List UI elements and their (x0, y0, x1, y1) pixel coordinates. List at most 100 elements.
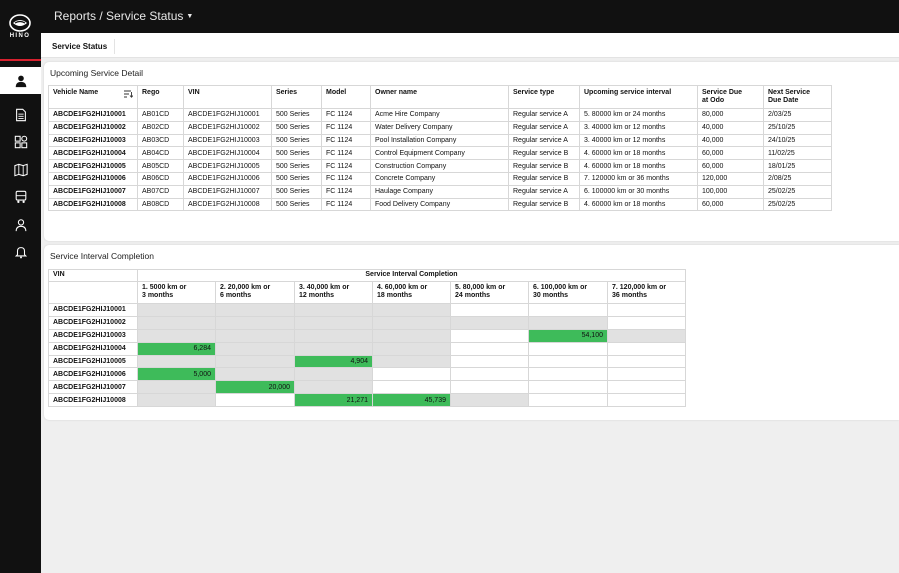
table-cell: 60,000 (697, 197, 764, 212)
interval-cell (607, 341, 686, 356)
interval-cell (607, 303, 686, 317)
sidebar-item-map[interactable] (0, 156, 41, 183)
table-cell: 3. 40000 km or 12 months (579, 120, 698, 135)
interval-cell (294, 303, 373, 317)
column-header: Service Due at Odo (697, 85, 764, 109)
interval-cell (137, 393, 216, 408)
table-cell: 500 Series (271, 146, 322, 161)
table-row[interactable]: ABCDE1FG2HIJ10004 AB04CD ABCDE1FG2HIJ10004… (48, 146, 832, 161)
table-cell: 500 Series (271, 108, 322, 122)
interval-cell (294, 341, 373, 356)
table-cell: Construction Company (370, 159, 509, 173)
interval-column-header: 2. 20,000 km or 6 months (215, 281, 295, 304)
sidebar-item-drivers[interactable] (0, 211, 41, 238)
table-cell: 5. 80000 km or 24 months (579, 108, 698, 122)
table-row[interactable]: ABCDE1FG2HIJ10005 AB05CD ABCDE1FG2HIJ10005… (48, 159, 832, 173)
completion-value-cell: 5,000 (137, 367, 216, 382)
table-cell: 7. 120000 km or 36 months (579, 171, 698, 186)
table-cell: FC 1124 (321, 133, 371, 148)
interval-cell (450, 341, 529, 356)
table-row[interactable]: ABCDE1FG2HIJ10007 AB07CD ABCDE1FG2HIJ10007… (48, 184, 832, 199)
table-cell: 40,000 (697, 120, 764, 135)
interval-column-header: 6. 100,000 km or 30 months (528, 281, 608, 304)
table-cell: 6. 100000 km or 30 months (579, 184, 698, 199)
vin-cell: ABCDE1FG2HIJ10008 (48, 393, 138, 408)
interval-cell (607, 328, 686, 343)
table-cell: 4. 60000 km or 18 months (579, 146, 698, 161)
interval-cell (294, 367, 373, 382)
sidebar-item-vehicles[interactable] (0, 183, 41, 210)
table-cell: Regular service B (508, 197, 580, 212)
sidebar-item-reports[interactable] (0, 101, 41, 128)
interval-cell (607, 393, 686, 408)
completion-value-cell: 4,904 (294, 354, 373, 369)
sidebar-item-dashboard[interactable] (0, 128, 41, 155)
completion-value-cell: 45,739 (372, 393, 451, 408)
sidebar-item-notifications[interactable] (0, 238, 41, 265)
table-cell: Control Equipment Company (370, 146, 509, 161)
table-cell: 60,000 (697, 159, 764, 173)
table-row[interactable]: ABCDE1FG2HIJ10002 AB02CD ABCDE1FG2HIJ10002… (48, 120, 832, 135)
interval-cell (137, 303, 216, 317)
interval-row: ABCDE1FG2HIJ10007 20,000 (48, 380, 686, 395)
table-row[interactable]: ABCDE1FG2HIJ10001 AB01CD ABCDE1FG2HIJ10001… (48, 108, 832, 122)
interval-cell (607, 380, 686, 395)
upcoming-service-table: Vehicle Name Rego VIN Series Model Owner name… (48, 85, 832, 212)
column-header: Model (321, 85, 371, 109)
table-cell: 120,000 (697, 171, 764, 186)
interval-row: ABCDE1FG2HIJ10006 5,000 (48, 367, 686, 382)
bell-icon (14, 246, 27, 258)
table-cell: FC 1124 (321, 184, 371, 199)
table-cell: 2/08/25 (763, 171, 832, 186)
interval-completion-card: Service Interval Completion VIN Service … (44, 245, 899, 420)
table-cell: ABCDE1FG2HIJ10002 (48, 120, 138, 135)
logo-text: HINO (9, 33, 31, 39)
table-cell: ABCDE1FG2HIJ10008 (48, 197, 138, 212)
table-cell: 2/03/25 (763, 108, 832, 122)
table-cell: ABCDE1FG2HIJ10006 (48, 171, 138, 186)
interval-cell (215, 367, 295, 382)
interval-cell (528, 315, 608, 330)
table-cell: 500 Series (271, 159, 322, 173)
interval-cell (372, 380, 451, 395)
table-cell: Regular service B (508, 171, 580, 186)
interval-completion-title: Service Interval Completion (50, 251, 154, 261)
upcoming-service-title: Upcoming Service Detail (50, 68, 144, 78)
interval-completion-table: VIN Service Interval Completion 1. 5000 … (48, 269, 686, 408)
column-header: Series (271, 85, 322, 109)
table-cell: FC 1124 (321, 171, 371, 186)
column-header: Next Service Due Date (763, 85, 832, 109)
interval-row: ABCDE1FG2HIJ10002 (48, 315, 686, 330)
breadcrumb-dropdown[interactable]: Reports / Service Status ▼ (54, 9, 193, 23)
interval-cell (137, 328, 216, 343)
hino-logo[interactable]: HINO (4, 14, 36, 44)
upcoming-service-card: Upcoming Service Detail Vehicle Name Rego… (44, 62, 899, 241)
sort-icon[interactable] (124, 90, 134, 101)
column-header[interactable]: Vehicle Name (48, 85, 138, 109)
table-row[interactable]: ABCDE1FG2HIJ10008 AB08CD ABCDE1FG2HIJ10008… (48, 197, 832, 212)
map-icon (13, 163, 28, 176)
vin-header: VIN (48, 269, 138, 282)
table-cell: 4. 60000 km or 18 months (579, 197, 698, 212)
table-cell: ABCDE1FG2HIJ10004 (183, 146, 272, 161)
table-row[interactable]: ABCDE1FG2HIJ10006 AB06CD ABCDE1FG2HIJ10006… (48, 171, 832, 186)
table-cell: ABCDE1FG2HIJ10004 (48, 146, 138, 161)
table-cell: Regular service A (508, 120, 580, 135)
sidebar: HINO (0, 0, 41, 573)
table-cell: 500 Series (271, 197, 322, 212)
vin-cell: ABCDE1FG2HIJ10003 (48, 328, 138, 343)
interval-cell (450, 380, 529, 395)
table-cell: Concrete Company (370, 171, 509, 186)
interval-cell (528, 393, 608, 408)
sidebar-item-user[interactable] (0, 67, 41, 94)
interval-cell (528, 341, 608, 356)
tab-service-status[interactable]: Service Status (45, 39, 116, 54)
caret-down-icon: ▼ (186, 13, 194, 20)
table-row[interactable]: ABCDE1FG2HIJ10003 AB03CD ABCDE1FG2HIJ10003… (48, 133, 832, 148)
table-cell: 25/02/25 (763, 184, 832, 199)
interval-cell (450, 315, 529, 330)
vin-cell: ABCDE1FG2HIJ10002 (48, 315, 138, 330)
completion-value-cell: 54,100 (528, 328, 608, 343)
sidebar-accent-line (0, 59, 41, 61)
interval-cell (294, 315, 373, 330)
